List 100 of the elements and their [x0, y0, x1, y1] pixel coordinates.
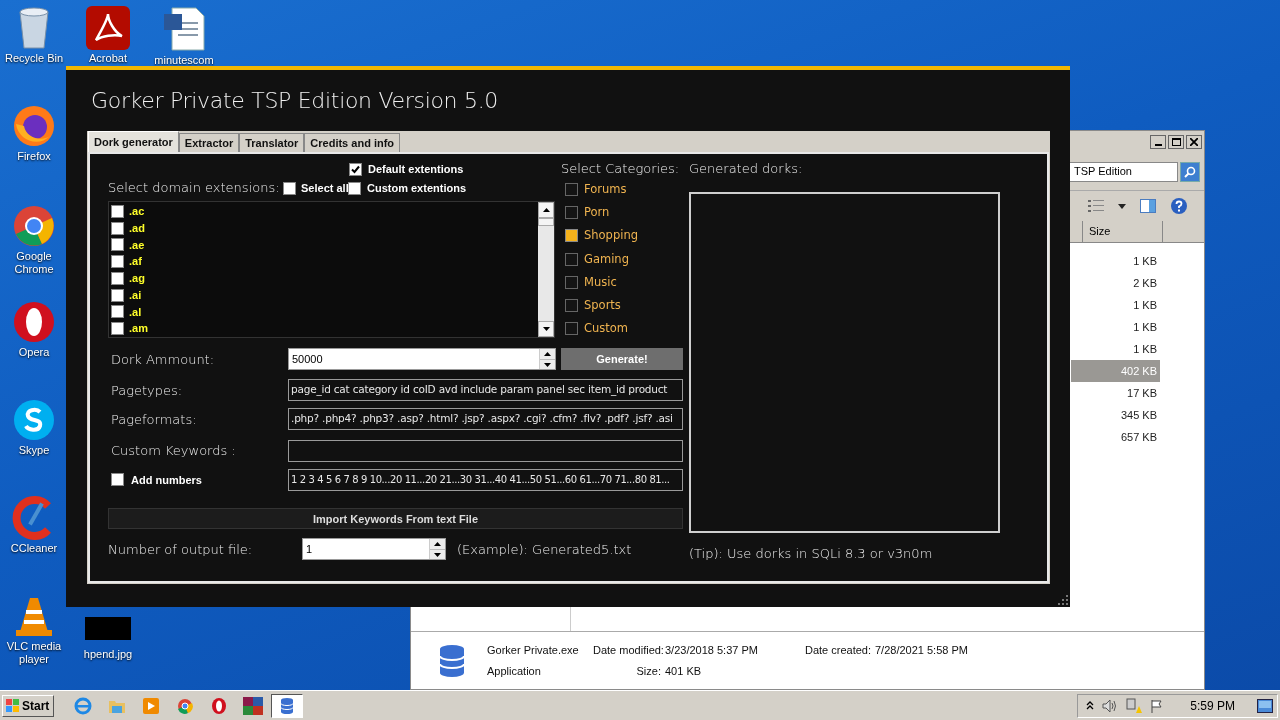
extension-label[interactable]: .al — [129, 303, 142, 321]
category-label[interactable]: Custom — [584, 320, 629, 338]
tab[interactable]: Extractor — [178, 133, 240, 152]
scrollbar[interactable] — [538, 202, 554, 337]
chrome-icon — [177, 697, 193, 714]
desktop-icon-label[interactable]: Opera — [18, 346, 50, 359]
category-label[interactable]: Music — [584, 273, 617, 291]
extension-label[interactable]: .ae — [129, 236, 145, 254]
checkbox[interactable] — [111, 473, 124, 487]
checkbox[interactable] — [565, 206, 578, 220]
extension-label[interactable]: .ag — [129, 270, 145, 287]
checkbox[interactable] — [111, 305, 124, 319]
checkbox[interactable] — [565, 229, 578, 243]
clock[interactable]: 5:59 PM — [1190, 696, 1235, 715]
down-arrow-icon — [544, 362, 551, 367]
file-row[interactable]: 17 KB — [1071, 382, 1160, 404]
tab[interactable]: Dork generator — [88, 131, 179, 152]
skype-icon — [12, 398, 56, 442]
amount-field[interactable]: 50000 — [288, 348, 556, 371]
checkbox[interactable] — [111, 322, 124, 336]
checkbox[interactable] — [565, 275, 578, 289]
chevron-up-icon[interactable] — [1086, 701, 1095, 710]
import-button[interactable]: Import Keywords From text File — [108, 508, 683, 530]
extension-label[interactable]: .ad — [129, 219, 145, 237]
flag-icon[interactable] — [1150, 698, 1165, 713]
file-row[interactable]: 1 KB — [1071, 250, 1160, 272]
desktop-icon-label[interactable]: Google Chrome — [2, 250, 66, 276]
address-field[interactable]: TSP Edition — [1068, 161, 1178, 182]
minimize-button[interactable] — [1150, 135, 1166, 149]
file-row[interactable]: 1 KB — [1071, 316, 1160, 338]
maximize-button[interactable] — [1168, 135, 1184, 149]
spin-up-button[interactable] — [430, 539, 445, 550]
file-row[interactable]: 345 KB — [1071, 404, 1160, 426]
tab[interactable]: Translator — [239, 133, 305, 152]
checkbox[interactable] — [111, 255, 124, 269]
checkbox[interactable] — [111, 221, 124, 235]
close-button[interactable] — [1186, 135, 1202, 149]
pageformats-field[interactable]: .php? .php4? .php3? .asp? .html? .jsp? .aspx? .cgi? .cfm? .flv? .pdf? .jsf? .asi — [288, 408, 683, 431]
scrollbar-thumb[interactable] — [538, 218, 554, 226]
desktop-icon-label[interactable]: Firefox — [17, 150, 51, 163]
category-label[interactable]: Sports — [584, 296, 621, 315]
desktop-icon-label[interactable]: hpend.jpg — [83, 648, 133, 661]
detail-value: 7/28/2021 5:58 PM — [875, 642, 969, 658]
down-arrow-icon[interactable] — [542, 327, 550, 331]
up-arrow-icon — [544, 352, 551, 357]
file-size: 402 KB — [1120, 363, 1157, 379]
desktop-icon-label[interactable]: CCleaner — [10, 542, 58, 555]
checkbox[interactable] — [565, 322, 578, 336]
file-row[interactable]: 1 KB — [1071, 294, 1160, 316]
extension-label[interactable]: .af — [129, 253, 142, 270]
show-desktop-icon[interactable] — [1257, 698, 1273, 713]
preview-pane-icon[interactable] — [1140, 199, 1156, 213]
checkbox[interactable] — [111, 288, 124, 302]
view-list-icon[interactable] — [1088, 199, 1104, 213]
search-button[interactable] — [1180, 161, 1200, 182]
spin-down-button[interactable] — [430, 549, 445, 560]
desktop-icon-label[interactable]: Recycle Bin — [4, 52, 64, 65]
tab[interactable]: Credits and info — [304, 133, 401, 152]
section-label: Select Categories: — [561, 160, 681, 178]
desktop-icon-label[interactable]: Acrobat — [89, 52, 127, 65]
desktop-icon-label[interactable]: Skype — [18, 444, 50, 457]
start-button[interactable]: Start — [2, 694, 54, 717]
spin-down-button[interactable] — [540, 359, 555, 370]
checkbox[interactable] — [348, 181, 361, 195]
checkbox[interactable] — [111, 271, 124, 285]
desktop-icon-label[interactable]: VLC media player — [2, 640, 66, 666]
numbers-field[interactable]: 1 2 3 4 5 6 7 8 9 10...20 11...20 21...30 31...40 41...50 51...60 61...70 71...80 81... — [288, 468, 683, 491]
output-count-field[interactable]: 1 — [302, 538, 446, 561]
checkbox[interactable] — [283, 181, 296, 195]
checkbox[interactable] — [565, 183, 578, 197]
file-row[interactable]: 2 KB — [1071, 272, 1160, 294]
up-arrow-icon[interactable] — [542, 208, 550, 212]
custom-keywords-field[interactable] — [288, 439, 683, 462]
dropdown-caret-icon[interactable] — [1118, 203, 1126, 209]
checkbox[interactable] — [565, 299, 578, 313]
file-size: 1 KB — [1133, 341, 1157, 357]
column-header[interactable]: Size — [1083, 221, 1163, 242]
generated-dorks-box[interactable] — [689, 192, 1000, 533]
extension-label[interactable]: .am — [129, 320, 148, 337]
category-label[interactable]: Shopping — [584, 227, 638, 245]
file-row[interactable]: 1 KB — [1071, 338, 1160, 360]
help-icon[interactable] — [1170, 197, 1188, 215]
category-label[interactable]: Porn — [584, 204, 610, 222]
checkbox[interactable] — [349, 162, 362, 176]
category-label[interactable]: Gaming — [584, 250, 629, 268]
spin-up-button[interactable] — [540, 349, 555, 360]
extension-label[interactable]: .ai — [129, 286, 142, 304]
resize-grip-icon[interactable] — [1058, 595, 1068, 605]
checkbox[interactable] — [111, 204, 124, 218]
checkbox[interactable] — [565, 252, 578, 266]
speaker-icon[interactable] — [1102, 698, 1119, 713]
category-label[interactable]: Forums — [584, 180, 627, 199]
file-row[interactable]: 657 KB — [1071, 426, 1160, 448]
checkbox[interactable] — [111, 238, 124, 252]
generate-button[interactable]: Generate! — [561, 348, 683, 371]
extension-label[interactable]: .ac — [129, 203, 145, 220]
desktop-icon-label[interactable]: minutescom — [154, 54, 214, 67]
taskbar-button[interactable] — [271, 693, 303, 718]
window-title: Gorker Private TSP Edition Version 5.0 — [91, 87, 499, 115]
pagetypes-field[interactable]: page_id cat category id coID avd include param panel sec item_id product — [288, 379, 683, 402]
